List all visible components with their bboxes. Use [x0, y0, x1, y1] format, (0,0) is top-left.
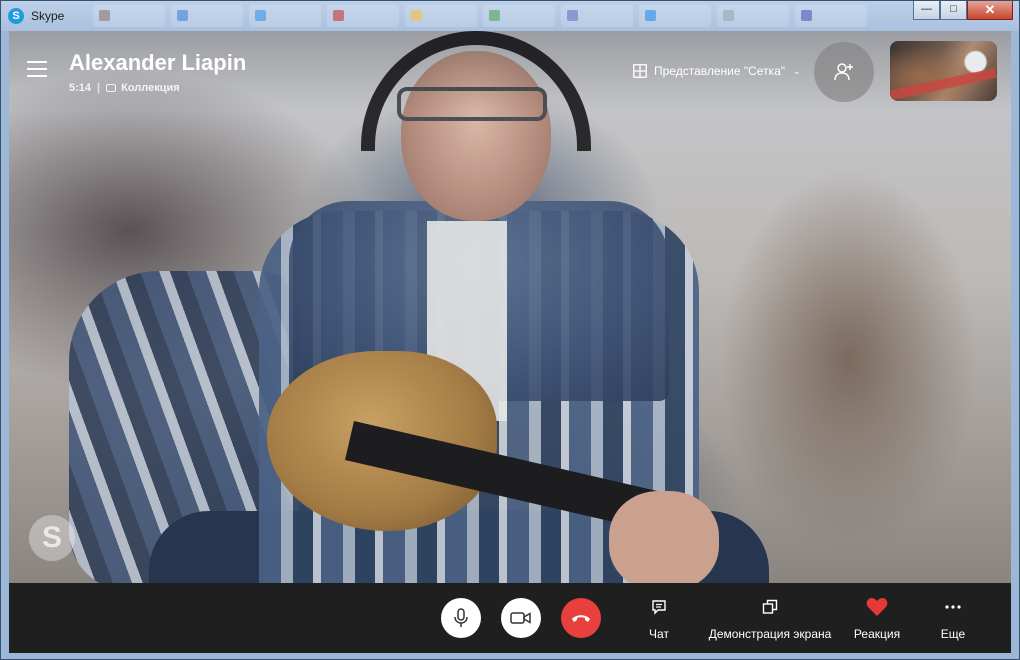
- reaction-label: Реакция: [853, 627, 901, 641]
- background-tab: [327, 5, 399, 27]
- more-button[interactable]: Еще: [931, 597, 975, 641]
- call-header: Alexander Liapin 5:14 | Коллекция Предст…: [9, 31, 1011, 111]
- reaction-button[interactable]: Реакция: [845, 597, 909, 641]
- microphone-icon: [454, 608, 468, 627]
- background-tab: [249, 5, 321, 27]
- screen-share-icon: [762, 599, 778, 614]
- title-bar: S Skype — □ ✕: [1, 1, 1019, 31]
- caller-name: Alexander Liapin: [69, 50, 247, 75]
- background-tab: [93, 5, 165, 27]
- self-view-thumbnail[interactable]: [890, 41, 997, 101]
- chat-label: Чат: [649, 627, 669, 641]
- skype-window: S Skype — □ ✕ S Alexander Liapin 5:14 | …: [0, 0, 1020, 660]
- skype-watermark-icon: S: [29, 515, 75, 561]
- meta-separator: |: [97, 82, 101, 94]
- hang-up-button[interactable]: [561, 598, 601, 638]
- window-controls: — □ ✕: [913, 1, 1013, 20]
- grid-view-icon: [633, 64, 647, 78]
- screen-share-label: Демонстрация экрана: [708, 627, 832, 641]
- microphone-button[interactable]: [441, 598, 481, 638]
- add-participant-button[interactable]: [814, 42, 874, 102]
- collection-link[interactable]: Коллекция: [121, 82, 180, 94]
- background-tab: [561, 5, 633, 27]
- self-view-detail: [890, 67, 997, 101]
- screen-share-button[interactable]: Демонстрация экрана: [705, 597, 835, 641]
- close-button[interactable]: ✕: [967, 1, 1013, 20]
- remote-video-feed: S: [9, 31, 1011, 601]
- call-meta: 5:14 | Коллекция: [69, 82, 180, 94]
- maximize-button[interactable]: □: [940, 1, 967, 20]
- background-tab: [405, 5, 477, 27]
- background-tab: [795, 5, 867, 27]
- chat-button[interactable]: Чат: [637, 597, 681, 641]
- background-tab: [639, 5, 711, 27]
- skype-app-icon: S: [8, 8, 24, 24]
- hang-up-icon: [572, 615, 590, 622]
- heart-icon: [866, 598, 888, 616]
- call-duration: 5:14: [69, 82, 92, 94]
- background-tab: [171, 5, 243, 27]
- chevron-down-icon: ⌄: [793, 65, 801, 76]
- view-mode-label: Представление "Сетка": [654, 64, 786, 78]
- view-mode-dropdown[interactable]: Представление "Сетка" ⌄: [633, 64, 801, 78]
- collection-icon: [106, 84, 117, 92]
- more-label: Еще: [940, 627, 966, 641]
- call-control-bar: Чат Демонстрация экрана Реакция Еще: [9, 583, 1011, 653]
- add-person-icon: [834, 63, 853, 81]
- background-tab: [717, 5, 789, 27]
- more-options-icon: [945, 605, 961, 609]
- camera-button[interactable]: [501, 598, 541, 638]
- hamburger-menu-icon[interactable]: [27, 61, 47, 77]
- video-hand: [609, 491, 719, 591]
- call-area: S Alexander Liapin 5:14 | Коллекция Пред…: [9, 31, 1011, 653]
- minimize-button[interactable]: —: [913, 1, 940, 20]
- video-camera-icon: [510, 612, 531, 624]
- background-tab: [483, 5, 555, 27]
- window-title: Skype: [31, 9, 65, 23]
- taskbar-thumbnails: [93, 5, 903, 27]
- chat-icon: [652, 600, 666, 615]
